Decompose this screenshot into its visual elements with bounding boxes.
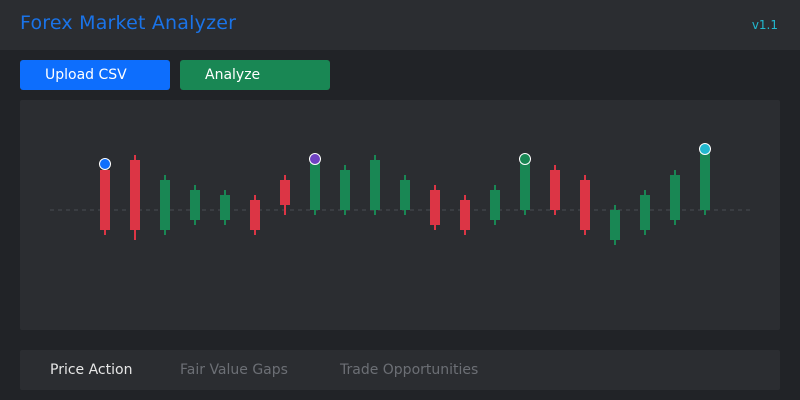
analyze-button[interactable]: Analyze [180, 60, 330, 90]
price-chart-panel [20, 100, 780, 330]
candle-body [580, 180, 590, 230]
app-header: Forex Market Analyzer v1.1 [0, 0, 800, 50]
candle-body [670, 175, 680, 220]
signal-marker[interactable] [699, 143, 711, 155]
signal-marker[interactable] [519, 153, 531, 165]
candle-body [100, 170, 110, 230]
tab-trade-opportunities[interactable]: Trade Opportunities [340, 362, 478, 378]
app-title: Forex Market Analyzer [20, 12, 237, 34]
candle-body [220, 195, 230, 220]
candle-body [280, 180, 290, 205]
signal-marker[interactable] [309, 153, 321, 165]
analysis-tabs: Price Action Fair Value Gaps Trade Oppor… [20, 350, 780, 390]
tab-fair-value-gaps[interactable]: Fair Value Gaps [180, 362, 288, 378]
upload-csv-button[interactable]: Upload CSV [20, 60, 170, 90]
candle-body [430, 190, 440, 225]
candle-body [370, 160, 380, 210]
candle-body [490, 190, 500, 220]
version-label: v1.1 [751, 18, 778, 32]
candlestick-chart [50, 143, 750, 245]
candle-body [250, 200, 260, 230]
candle-body [610, 210, 620, 240]
candle-body [340, 170, 350, 210]
candle-body [640, 195, 650, 230]
signal-marker[interactable] [99, 158, 111, 170]
candle-body [700, 150, 710, 210]
candle-body [520, 160, 530, 210]
candle-body [310, 160, 320, 210]
candle-body [550, 170, 560, 210]
candle-body [160, 180, 170, 230]
candle-body [190, 190, 200, 220]
candle-body [400, 180, 410, 210]
candle-body [130, 160, 140, 230]
candle-body [460, 200, 470, 230]
tab-price-action[interactable]: Price Action [50, 362, 132, 378]
